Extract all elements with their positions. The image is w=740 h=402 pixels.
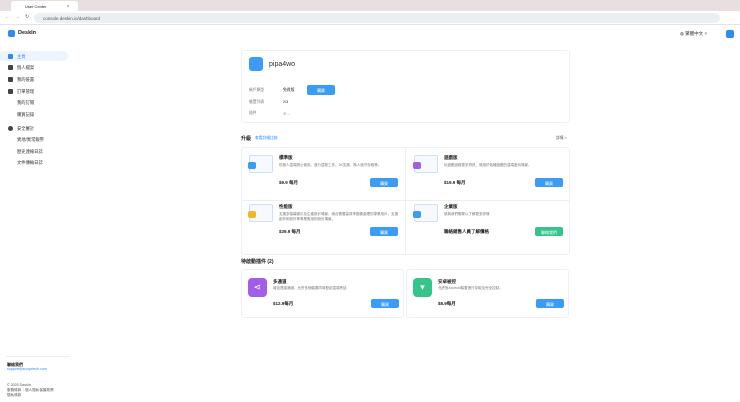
plan-price: 聯絡銷售人員了解價格 [444, 229, 489, 234]
plugins-value: ⚙ -- [283, 112, 290, 116]
close-icon[interactable]: × [67, 3, 69, 8]
plan-price: $19.9 每月 [444, 180, 466, 185]
buy-standard-button[interactable]: 購買 [370, 178, 398, 187]
sidebar-item-profile[interactable]: 個人檔案 [0, 62, 68, 72]
browser-tab-bar [0, 0, 740, 11]
plan-desc: 供個人遠端辦公使用，進行遠程工作，2K支援，無人值守存取等。 [279, 163, 382, 167]
plan-name: 性能版 [279, 204, 293, 209]
user-icon [413, 211, 421, 218]
plan-performance: 性能版 支援多螢幕顯示及生產設計場景，適合需要高效率圖像處理的專業用戶，支援創作… [241, 196, 405, 250]
label: 異地/異常報警 [17, 137, 44, 142]
sidebar-item-connection-logs[interactable]: 歷史連線日誌 [0, 146, 68, 156]
value: -- [287, 112, 290, 116]
plugin-price: $12.9每月 [273, 301, 294, 306]
privacy-link[interactable]: 隱私條款 [7, 393, 21, 398]
contact-us-button[interactable]: 聯絡我們 [535, 227, 563, 236]
plugin-price: $8.9每月 [438, 301, 456, 306]
sidebar-item-security[interactable]: 安全審計 [0, 123, 68, 133]
language-label: 繁體中文 [685, 31, 704, 36]
label: 文件傳輸日誌 [17, 160, 43, 165]
label: 我的裝置 [17, 77, 35, 82]
sidebar-item-orders[interactable]: 訂單管理 [0, 86, 68, 96]
label: 安全審計 [17, 126, 35, 131]
sidebar-item-file-logs[interactable]: 文件傳輸日誌 [0, 157, 68, 167]
reload-icon[interactable]: ↻ [25, 14, 29, 20]
devices-value: 2/3 [283, 100, 289, 104]
plugin-multichannel: ⋖ 多通道 增加連接通道，允許多個裝置同時發起遠端會話 $12.9每月 購買 [241, 269, 404, 318]
upgrade-title: 升級 [241, 136, 252, 142]
android-icon: ▾ [413, 278, 432, 297]
back-icon[interactable]: ← [5, 14, 10, 20]
url-input[interactable]: console.deskin.io/dashboard [34, 13, 720, 23]
sidebar-item-subscriptions[interactable]: 我的訂閱 [0, 97, 68, 107]
account-type-value: 免費版 [283, 88, 295, 92]
profile-icon [8, 64, 13, 70]
label: 我的訂閱 [17, 100, 35, 105]
user-avatar-icon[interactable] [726, 30, 734, 38]
device-icon [8, 76, 13, 82]
avatar [249, 57, 263, 71]
plan-standard: 標準版 供個人遠端辦公使用，進行遠程工作，2K支援，無人值守存取等。 $9.9 … [241, 147, 405, 201]
buy-performance-button[interactable]: 購買 [370, 227, 398, 236]
sidebar: DeskIn 主頁 個人檔案 我的裝置 訂單管理 我的訂閱 購買記錄 安全審計 … [0, 25, 72, 402]
home-icon [8, 53, 13, 59]
plan-name: 企業版 [444, 204, 458, 209]
plan-name: 標準版 [279, 155, 293, 160]
plan-price: $39.9 每月 [279, 229, 301, 234]
devices-label: 裝置列表 [249, 100, 265, 104]
details-link[interactable]: 詳情 > [556, 136, 567, 141]
diamond-icon [248, 162, 256, 169]
plugin-name: 安卓被控 [438, 279, 456, 284]
username: pipa4wo [269, 61, 296, 68]
buy-gaming-button[interactable]: 購買 [535, 178, 563, 187]
plan-price: $9.9 每月 [279, 180, 299, 185]
plugin-desc: 允許對Android裝置進行存取及完全控制。 [438, 286, 503, 290]
plan-desc: 玩遊戲追蹤更多資訊，適用於各種遊戲的遠端遊玩場景。 [444, 163, 532, 167]
account-type-label: 帳戶類型 [249, 88, 265, 92]
copyright: © 2025 DeskIn [7, 383, 31, 387]
buy-multichannel-button[interactable]: 購買 [371, 299, 399, 308]
sidebar-item-devices[interactable]: 我的裝置 [0, 74, 68, 84]
diamond-icon [248, 211, 256, 218]
plan-illustration [248, 204, 273, 222]
plan-illustration [248, 155, 273, 173]
contact-email-link[interactable]: support@zuoyetech.com [7, 367, 47, 371]
brand-name: DeskIn [18, 30, 37, 36]
label: 歷史連線日誌 [17, 149, 43, 154]
label: 個人檔案 [17, 65, 35, 70]
plugin-desc: 增加連接通道，允許多個裝置同時發起遠端會話 [273, 286, 347, 290]
label: 主頁 [17, 54, 26, 59]
order-icon [8, 88, 13, 94]
tab-title: User Center [25, 4, 47, 9]
plan-name: 遊戲版 [444, 155, 458, 160]
share-icon: ⋖ [248, 278, 267, 297]
buy-android-button[interactable]: 購買 [536, 299, 564, 308]
shield-icon [8, 125, 13, 131]
label: 購買記錄 [17, 112, 35, 117]
sidebar-item-home[interactable]: 主頁 [0, 51, 68, 61]
plan-gaming: 遊戲版 玩遊戲追蹤更多資訊，適用於各種遊戲的遠端遊玩場景。 $19.9 每月 購… [406, 147, 570, 201]
language-selector[interactable]: ◍ 繁體中文 ˅ [680, 31, 707, 37]
compare-link[interactable]: 查看詳細比較 [255, 136, 278, 141]
diamond-icon [413, 162, 421, 169]
plugins-label: 插件 [249, 111, 257, 115]
plan-enterprise: 企業版 請與我們聯繫以了解更多詳情 聯絡銷售人員了解價格 聯絡我們 [406, 196, 570, 250]
plugins-title: 待啟動插件 (2) [241, 259, 274, 265]
buy-button[interactable]: 購買 [307, 85, 335, 95]
plan-illustration [413, 204, 438, 222]
deskin-logo-icon [8, 30, 15, 37]
plugin-name: 多通道 [273, 279, 287, 284]
divider [6, 356, 70, 357]
browser-tab[interactable]: User Center × [11, 1, 78, 11]
sidebar-item-alerts[interactable]: 異地/異常報警 [0, 134, 68, 144]
sidebar-item-purchases[interactable]: 購買記錄 [0, 109, 68, 119]
plan-desc: 請與我們聯繫以了解更多詳情 [444, 212, 490, 216]
account-card: pipa4wo 帳戶類型 免費版 購買 裝置列表 2/3 插件 ⚙ -- [241, 50, 570, 123]
plugin-android: ▾ 安卓被控 允許對Android裝置進行存取及完全控制。 $8.9每月 購買 [406, 269, 569, 318]
plan-illustration [413, 155, 438, 173]
label: 訂單管理 [17, 89, 35, 94]
forward-icon[interactable]: → [15, 14, 20, 20]
plan-desc: 支援多螢幕顯示及生產設計場景，適合需要高效率圖像處理的專業用戶，支援創作和設計等… [279, 212, 398, 221]
